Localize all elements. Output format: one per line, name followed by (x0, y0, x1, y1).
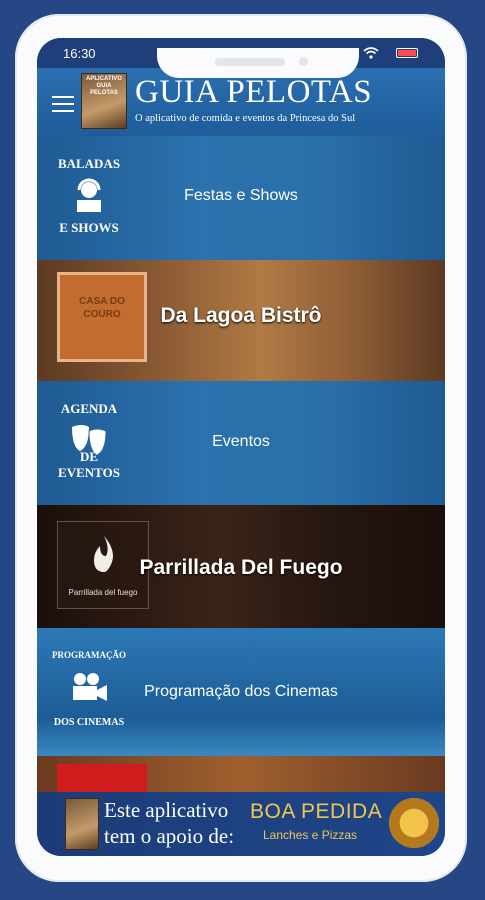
banner-text-line2: tem o apoio de: (104, 824, 235, 848)
menu-item-label: Parrillada Del Fuego (139, 556, 343, 579)
menu-item-parrillada-del-fuego[interactable]: Parrillada del fuego Parrillada Del Fueg… (37, 505, 445, 628)
menu-item-label: Programação dos Cinemas (144, 683, 338, 700)
status-time: 16:30 (63, 46, 96, 61)
app-screen: 16:30 APLICATIVO GUIA PELOTAS GUIA PELOT… (37, 38, 445, 856)
menu-icon[interactable] (52, 96, 74, 112)
phone-notch (157, 48, 359, 78)
app-logo: APLICATIVO GUIA PELOTAS (81, 73, 127, 129)
wifi-icon (363, 47, 379, 59)
tile-title: PROGRAMAÇÃO (52, 650, 126, 660)
menu-item-partial[interactable] (37, 756, 445, 792)
app-logo-text: APLICATIVO GUIA PELOTAS (86, 76, 122, 96)
menu-item-programacao-cinemas[interactable]: PROGRAMAÇÃO DOS CINEMAS Programação dos … (37, 628, 445, 756)
app-header: APLICATIVO GUIA PELOTAS GUIA PELOTAS O a… (37, 68, 445, 136)
tile-subtitle: DE EVENTOS (58, 449, 120, 480)
tile-subtitle: E SHOWS (59, 220, 119, 235)
banner-app-logo (65, 798, 99, 850)
menu-item-da-lagoa-bistro[interactable]: CASA DO COURO Da Lagoa Bistrô (37, 260, 445, 381)
app-subtitle: O aplicativo de comida e eventos da Prin… (135, 113, 356, 124)
burger-icon (389, 798, 439, 848)
parrillada-logo-text: Parrillada del fuego (68, 588, 138, 597)
partial-logo (57, 764, 147, 792)
banner-text-line1: Este aplicativo (104, 798, 229, 822)
sponsor-tagline: Lanches e Pizzas (263, 828, 358, 842)
front-camera (299, 57, 308, 66)
tile-subtitle: DOS CINEMAS (53, 717, 125, 728)
menu-item-label: Festas e Shows (184, 187, 298, 204)
sponsor-name: BOA PEDIDA (250, 800, 383, 823)
menu-item-label: Eventos (212, 433, 270, 450)
speaker-grille (215, 58, 285, 66)
app-title: GUIA PELOTAS (135, 74, 373, 110)
menu-item-festas-shows[interactable]: BALADAS E SHOWS Festas e Shows (37, 136, 445, 260)
tile-title: AGENDA (60, 401, 118, 416)
menu-item-eventos[interactable]: AGENDA DE EVENTOS Eventos (37, 381, 445, 505)
battery-icon (396, 48, 418, 58)
sponsor-banner[interactable]: Este aplicativo tem o apoio de: BOA PEDI… (37, 792, 445, 856)
tile-title: BALADAS (57, 156, 121, 171)
menu-item-label: Da Lagoa Bistrô (160, 304, 322, 327)
